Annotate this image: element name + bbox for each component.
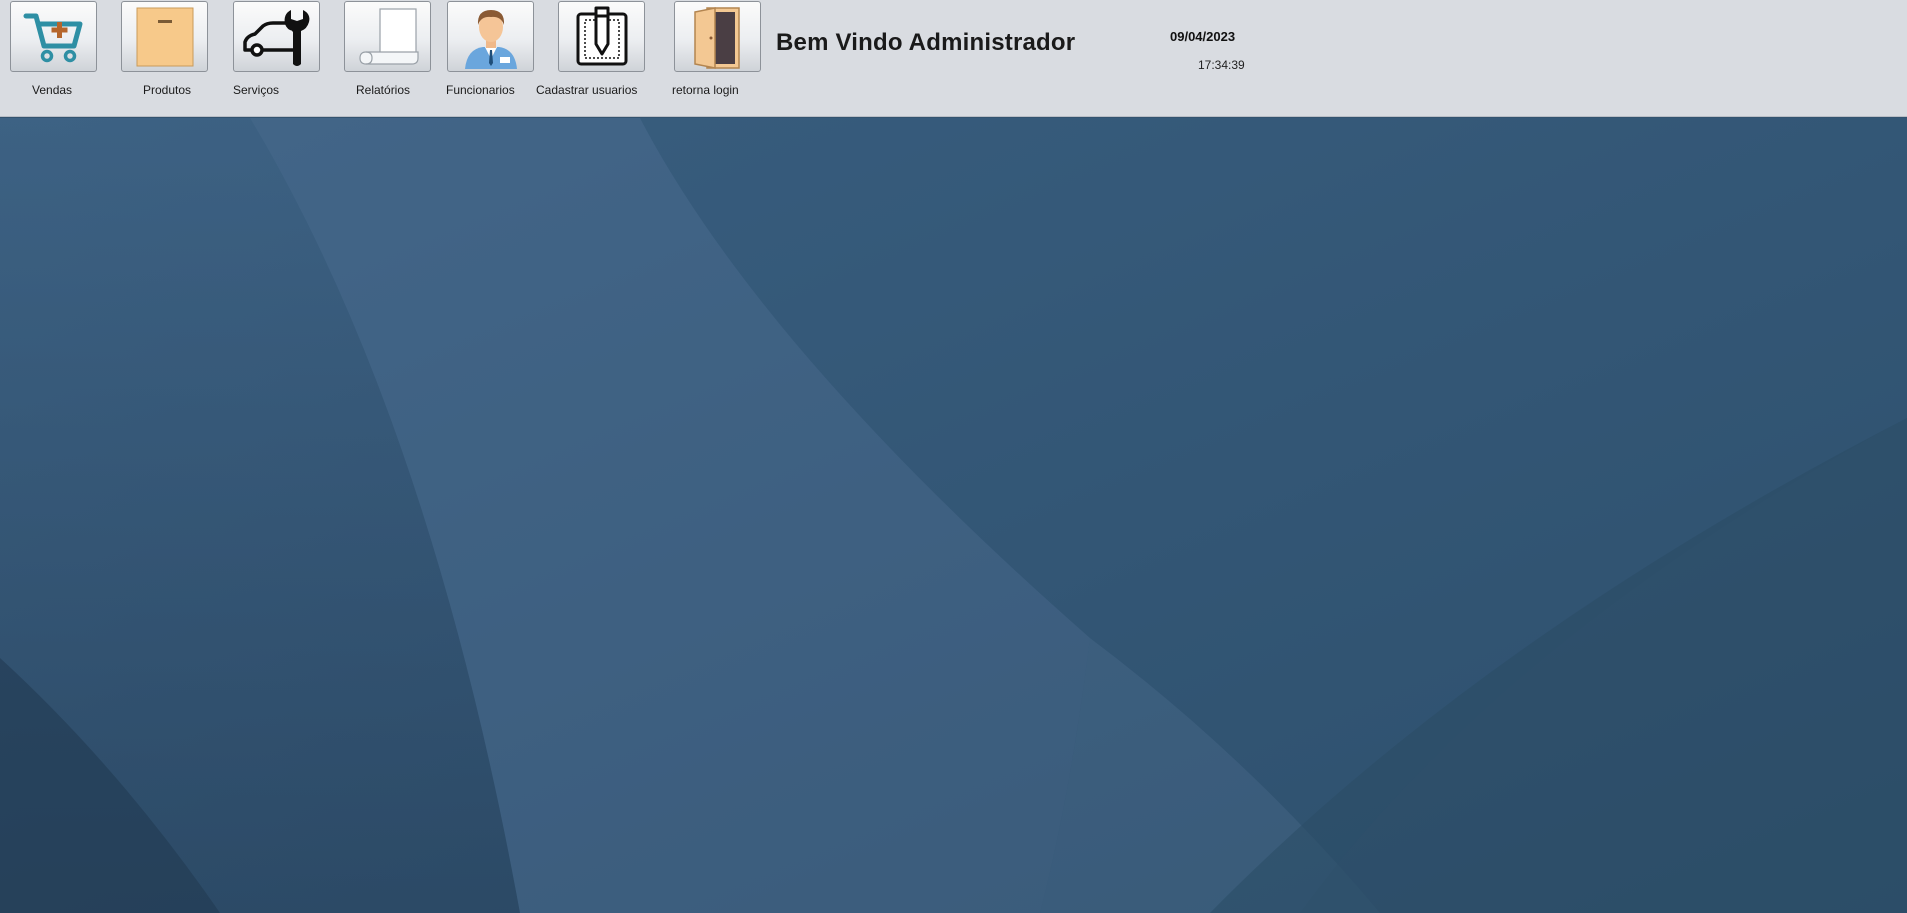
toolbar-item-vendas: Vendas xyxy=(10,0,130,100)
car-wrench-icon xyxy=(242,9,309,66)
cadastrar-usuarios-label: Cadastrar usuarios xyxy=(536,83,638,97)
current-time: 17:34:39 xyxy=(1198,58,1245,72)
desktop-background xyxy=(0,118,1907,913)
toolbar: Vendas Produtos Serviços Relatórios Func… xyxy=(0,0,1907,117)
shopping-cart-add-icon xyxy=(23,13,82,62)
toolbar-item-cadastrar-usuarios: Cadastrar usuarios xyxy=(536,0,678,100)
cadastrar-usuarios-button[interactable] xyxy=(558,1,645,72)
background-wallpaper xyxy=(0,118,1907,913)
vendas-button[interactable] xyxy=(10,1,97,72)
welcome-title: Bem Vindo Administrador xyxy=(776,29,1076,56)
employee-icon xyxy=(464,9,517,69)
relatorios-button[interactable] xyxy=(344,1,431,72)
relatorios-label: Relatórios xyxy=(356,83,411,97)
report-scroll-icon xyxy=(358,7,419,65)
servicos-button[interactable] xyxy=(233,1,320,72)
produtos-button[interactable] xyxy=(121,1,208,72)
main-window: Vendas Produtos Serviços Relatórios Func… xyxy=(0,0,1907,913)
product-box-icon xyxy=(136,7,193,66)
retorna-login-label: retorna login xyxy=(672,83,739,97)
funcionarios-button[interactable] xyxy=(447,1,534,72)
register-pencil-icon xyxy=(576,6,627,65)
produtos-label: Produtos xyxy=(143,83,192,97)
funcionarios-label: Funcionarios xyxy=(446,83,515,97)
toolbar-item-servicos: Serviços xyxy=(233,0,353,100)
retorna-login-button[interactable] xyxy=(674,1,761,72)
vendas-label: Vendas xyxy=(32,83,73,97)
exit-door-icon xyxy=(693,6,740,69)
current-date: 09/04/2023 xyxy=(1170,29,1236,44)
toolbar-item-produtos: Produtos xyxy=(121,0,241,100)
servicos-label: Serviços xyxy=(233,83,280,97)
